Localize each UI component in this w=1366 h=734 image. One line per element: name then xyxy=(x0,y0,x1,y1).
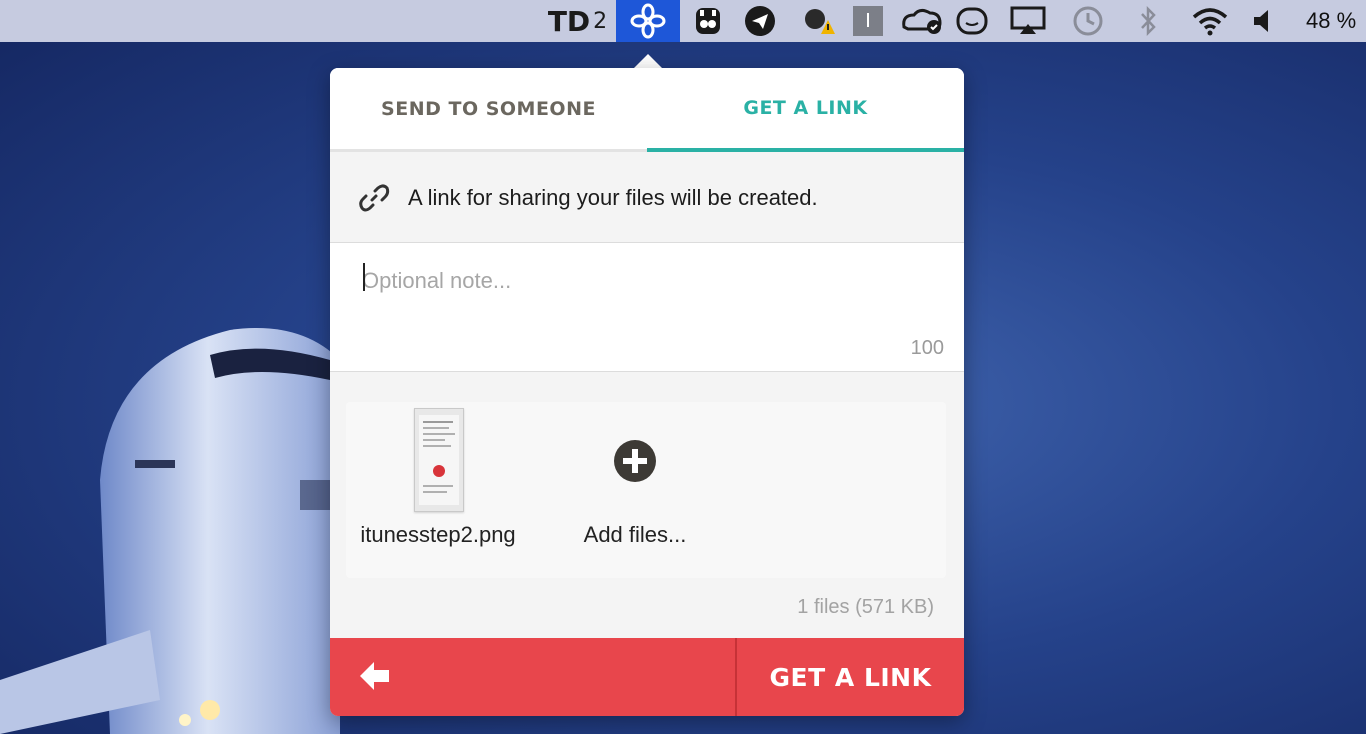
text-cursor xyxy=(363,263,365,291)
file-item[interactable]: itunesstep2.png xyxy=(358,408,538,568)
menu-bar: TD 2 48 % xyxy=(0,0,1366,42)
airplay-icon[interactable] xyxy=(1008,0,1048,42)
info-text: A link for sharing your files will be cr… xyxy=(408,185,818,210)
popover-caret xyxy=(633,54,663,69)
file-name: itunesstep2.png xyxy=(360,522,516,547)
bear-app-icon[interactable] xyxy=(690,0,726,42)
cloud-check-icon[interactable] xyxy=(898,0,946,42)
bluetooth-icon[interactable] xyxy=(1130,0,1166,42)
dr-cleaner-warning-icon[interactable] xyxy=(800,0,836,42)
todoist-logo-text: TD xyxy=(547,4,591,38)
volume-icon[interactable] xyxy=(1244,0,1280,42)
telegram-icon[interactable] xyxy=(742,0,778,42)
files-summary: 1 files (571 KB) xyxy=(797,596,934,618)
info-bar: A link for sharing your files will be cr… xyxy=(330,152,964,243)
note-character-counter: 100 xyxy=(910,337,944,359)
document-preview-icon xyxy=(419,415,459,505)
file-list: itunesstep2.png Add files... xyxy=(346,402,946,578)
wetransfer-menu-icon[interactable] xyxy=(616,0,680,42)
jira-app-icon[interactable] xyxy=(850,0,886,42)
link-icon xyxy=(359,184,390,212)
add-files-label: Add files... xyxy=(583,522,687,547)
speech-bubble-icon[interactable] xyxy=(954,0,990,42)
get-a-link-button[interactable]: GET A LINK xyxy=(737,638,964,716)
todoist-menu-extra[interactable]: TD 2 xyxy=(545,0,610,42)
optional-note-input[interactable] xyxy=(362,261,932,301)
wifi-icon[interactable] xyxy=(1188,0,1232,42)
propeller-icon xyxy=(630,3,666,39)
plus-circle-icon xyxy=(614,440,656,482)
airplane-background-image xyxy=(0,328,340,734)
add-files-button[interactable]: Add files... xyxy=(562,408,702,568)
back-button[interactable] xyxy=(330,638,734,716)
tab-bar: SEND TO SOMEONE GET A LINK xyxy=(330,68,964,152)
note-box: 100 xyxy=(330,243,964,372)
tab-send-to-someone[interactable]: SEND TO SOMEONE xyxy=(330,68,647,152)
file-thumbnail xyxy=(414,408,464,512)
tab-get-a-link[interactable]: GET A LINK xyxy=(647,68,964,152)
todoist-count: 2 xyxy=(593,8,608,34)
arrow-left-icon xyxy=(360,662,389,690)
time-machine-icon[interactable] xyxy=(1070,0,1106,42)
action-bar: GET A LINK xyxy=(330,638,964,716)
share-popover: SEND TO SOMEONE GET A LINK A link for sh… xyxy=(330,68,964,716)
battery-percentage[interactable]: 48 % xyxy=(1306,0,1362,42)
